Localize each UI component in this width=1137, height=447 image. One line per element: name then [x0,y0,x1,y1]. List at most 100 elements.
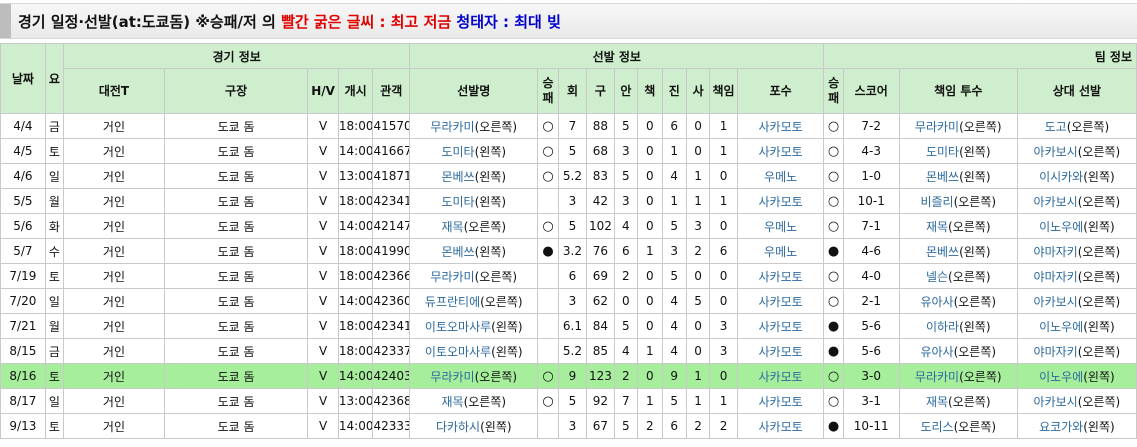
cell-date-value: 8/15 [9,344,37,358]
cell-hits-value: 0 [622,294,630,308]
cell-hv: V [307,213,339,239]
cell-team-win-loss-value: ● [827,418,840,434]
cell-catcher: 사카모토 [736,313,825,339]
cell-pitcher-link[interactable]: 도미타 [441,195,474,209]
cell-opponent-starter-link[interactable]: 야마자키 [1034,245,1078,259]
cell-walks: 6 [661,113,687,139]
cell-opponent-starter-link[interactable]: 이시카와 [1039,170,1083,184]
cell-opponent-starter: 이노우에(왼쪽) [1016,313,1137,339]
cell-responsible-pitcher-link[interactable]: 도미타 [926,145,959,159]
cell-responsible-pitcher-link[interactable]: 비즐리 [920,195,953,209]
cell-opponent-starter-link[interactable]: 아카보시 [1034,295,1078,309]
cell-catcher-link[interactable]: 사카모토 [759,420,803,434]
cell-opponent-starter-link[interactable]: 이노우에 [1039,220,1083,234]
cell-hv: V [307,188,339,214]
cell-walks: 1 [661,138,687,164]
cell-pitcher-link[interactable]: 재목 [441,395,463,409]
cell-pitcher-link[interactable]: 몬베쓰 [441,245,474,259]
cell-catcher-link[interactable]: 사카모토 [759,320,803,334]
cell-catcher-link[interactable]: 우메노 [764,170,797,184]
cell-stadium-value: 도쿄 돔 [217,344,255,359]
cell-catcher-link[interactable]: 사카모토 [759,270,803,284]
cell-hv-value: V [319,119,328,133]
cell-opponent-starter-link[interactable]: 아카보시 [1034,395,1078,409]
cell-opponent-value: 거인 [102,394,126,409]
cell-pitcher-link[interactable]: 듀프란티에 [425,295,480,309]
cell-team-win-loss-value: ● [827,343,840,359]
cell-opponent-starter-link[interactable]: 아카보시 [1034,145,1078,159]
cell-date-value: 7/21 [9,319,37,333]
cell-responsible-pitcher-link[interactable]: 이하라 [926,320,959,334]
cell-innings: 3 [557,188,588,214]
header-day: 요 [44,43,65,114]
cell-date: 7/21 [0,313,46,339]
cell-pitches-value: 68 [592,144,609,158]
cell-date-value: 4/5 [13,144,33,158]
cell-pitcher-link[interactable]: 이토오마사루 [425,345,491,359]
cell-opponent: 거인 [63,413,165,439]
cell-date-value: 8/16 [9,369,37,383]
cell-pitcher-link[interactable]: 무라카미 [430,270,474,284]
cell-walks-value: 9 [670,369,679,383]
cell-catcher-link[interactable]: 사카모토 [759,195,803,209]
cell-pitcher-link[interactable]: 무라카미 [430,370,474,384]
col-pitches: 구 [586,68,615,114]
cell-pitcher: 이토오마사루(왼쪽) [409,313,539,339]
cell-catcher-link[interactable]: 우메노 [764,220,797,234]
table-row: 8/16 토 거인 도쿄 돔 V 14:00 42403 무라카미(오른쪽) ○ 9 123 2 0 9 1… [0,363,1137,389]
cell-er-hit: 0 [637,188,663,214]
cell-pitcher-link[interactable]: 이토오마사루 [425,320,491,334]
cell-attendance: 42341 [372,313,411,339]
cell-attendance: 41990 [372,238,411,264]
cell-innings: 6.1 [557,313,588,339]
cell-catcher-link[interactable]: 사카모토 [759,370,803,384]
cell-opponent-starter-link[interactable]: 아카보시 [1034,195,1078,209]
cell-responsible-pitcher-link[interactable]: 넬슨 [926,270,948,284]
cell-opponent-starter-link[interactable]: 이노우에 [1039,320,1083,334]
cell-opponent-value: 거인 [102,369,126,384]
cell-start-time: 14:00 [337,213,374,239]
cell-pitcher-link[interactable]: 다카하시 [436,420,480,434]
cell-opponent-starter: 야마자키(오른쪽) [1016,263,1137,289]
cell-catcher-link[interactable]: 사카모토 [759,345,803,359]
cell-strikeouts: 1 [685,363,711,389]
cell-innings-value: 3 [568,419,577,433]
cell-responsible-pitcher: 재목(오른쪽) [898,388,1018,414]
cell-responsible-pitcher-link[interactable]: 재목 [926,395,948,409]
cell-stadium: 도쿄 돔 [163,313,309,339]
cell-catcher-link[interactable]: 사카모토 [759,295,803,309]
cell-er-hit-value: 0 [645,119,654,133]
cell-responsible-pitcher-link[interactable]: 무라카미 [915,370,959,384]
cell-score: 4-0 [842,263,900,289]
cell-responsible-pitcher-link[interactable]: 몬베쓰 [926,245,959,259]
cell-responsible-pitcher-link[interactable]: 재목 [926,220,948,234]
cell-opponent-starter-link[interactable]: 도고 [1045,120,1067,134]
cell-opponent-starter-link[interactable]: 야마자키 [1034,345,1078,359]
cell-pitcher-link[interactable]: 무라카미 [430,120,474,134]
group-game-info: 경기 정보 [63,43,411,69]
cell-catcher-link[interactable]: 사카모토 [759,120,803,134]
cell-responsible-pitcher-link[interactable]: 몬베쓰 [926,170,959,184]
cell-pitcher-link[interactable]: 몬베쓰 [441,170,474,184]
table-row: 9/13 토 거인 도쿄 돔 V 14:00 42333 다카하시(왼쪽) 3 67 5 2 6 2 2 사카… [0,413,1137,439]
cell-pitcher-link[interactable]: 도미타 [441,145,474,159]
cell-opponent-starter-link[interactable]: 이노우에 [1039,370,1083,384]
cell-pitcher-link[interactable]: 재목 [441,220,463,234]
cell-day-value: 토 [48,419,60,434]
cell-opponent-starter-link[interactable]: 요코가와 [1039,420,1083,434]
cell-er-hit: 0 [637,313,663,339]
cell-pitcher-side: (왼쪽) [474,144,507,159]
cell-catcher-link[interactable]: 사카모토 [759,145,803,159]
cell-catcher-link[interactable]: 우메노 [764,245,797,259]
cell-responsible-pitcher-link[interactable]: 도리스 [920,420,953,434]
cell-hits: 5 [613,313,639,339]
cell-catcher-link[interactable]: 사카모토 [759,395,803,409]
cell-responsible-pitcher-link[interactable]: 무라카미 [915,120,959,134]
cell-responsible-pitcher-link[interactable]: 유아사 [920,295,953,309]
cell-responsible-pitcher-link[interactable]: 유아사 [920,345,953,359]
table-row: 7/21 월 거인 도쿄 돔 V 18:00 42341 이토오마사루(왼쪽) 6.1 84 5 0 4… [0,313,1137,339]
cell-start-time: 18:00 [337,313,374,339]
cell-opponent: 거인 [63,163,165,189]
cell-opponent-starter-link[interactable]: 야마자키 [1034,270,1078,284]
cell-hits: 0 [613,288,639,314]
